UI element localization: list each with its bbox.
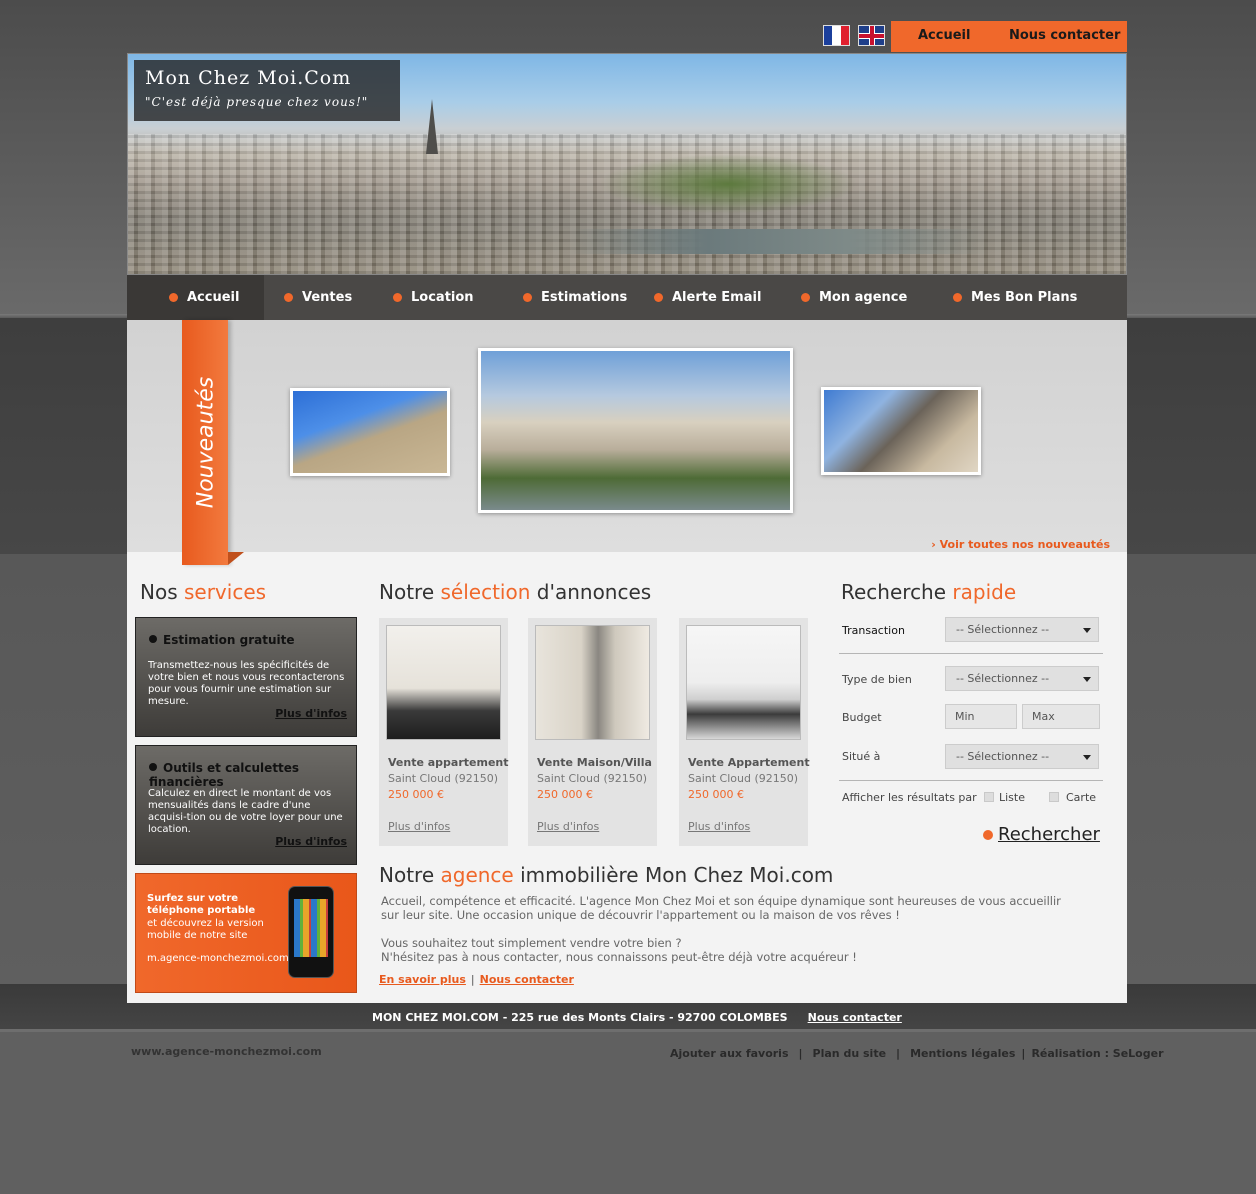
listing-price: 250 000 € bbox=[537, 788, 593, 801]
voir-nouveautes-link[interactable]: › Voir toutes nos nouveautés bbox=[931, 538, 1110, 551]
nav-item-ventes[interactable]: Ventes bbox=[284, 275, 352, 320]
agence-contact-link[interactable]: Nous contacter bbox=[480, 973, 574, 986]
services-heading: Nos services bbox=[140, 580, 267, 604]
selection-heading: Notre sélection d'annonces bbox=[379, 580, 652, 604]
footer-address: MON CHEZ MOI.COM - 225 rue des Monts Cla… bbox=[372, 1011, 902, 1024]
divider bbox=[839, 653, 1103, 654]
listing-title: Vente Appartement bbox=[688, 756, 810, 769]
listing-photo[interactable] bbox=[535, 625, 650, 740]
bullet-icon bbox=[169, 293, 178, 302]
logo-title: Mon Chez Moi.Com bbox=[145, 67, 352, 89]
smartphone-icon bbox=[288, 886, 334, 978]
situe-select[interactable]: -- Sélectionnez -- bbox=[945, 744, 1099, 769]
agence-heading: Notre agence immobilière Mon Chez Moi.co… bbox=[379, 863, 834, 887]
footer-realisation-link[interactable]: Réalisation : SeLoger bbox=[1031, 1047, 1163, 1060]
rechercher-button[interactable]: Rechercher bbox=[983, 824, 1100, 845]
bullet-icon bbox=[953, 293, 962, 302]
budget-min-input[interactable]: Min bbox=[945, 704, 1017, 729]
footer-site-url[interactable]: www.agence-monchezmoi.com bbox=[131, 1045, 322, 1058]
footer-favoris-link[interactable]: Ajouter aux favoris bbox=[670, 1047, 789, 1060]
bullet-icon bbox=[801, 293, 810, 302]
type-bien-label: Type de bien bbox=[842, 673, 912, 686]
flag-fr-icon[interactable] bbox=[823, 25, 850, 46]
nouveautes-ribbon: Nouveautés bbox=[182, 320, 244, 565]
footer-plan-link[interactable]: Plan du site bbox=[813, 1047, 887, 1060]
nouveautes-section: Nouveautés › Voir toutes nos nouveautés bbox=[127, 320, 1127, 565]
listing-location: Saint Cloud (92150) bbox=[388, 772, 499, 785]
site-logo[interactable]: Mon Chez Moi.Com "C'est déjà presque che… bbox=[134, 60, 400, 121]
agence-links: En savoir plus | Nous contacter bbox=[379, 973, 574, 986]
footer-contact-link[interactable]: Nous contacter bbox=[808, 1011, 902, 1024]
top-nav-contact-link[interactable]: Nous contacter bbox=[1009, 28, 1120, 43]
listing-title: Vente appartement bbox=[388, 756, 509, 769]
top-nav: Accueil Nous contacter bbox=[891, 21, 1127, 52]
top-nav-accueil-link[interactable]: Accueil bbox=[918, 28, 970, 43]
footer-links: Ajouter aux favoris | Plan du site | Mention… bbox=[670, 1047, 1164, 1060]
liste-checkbox[interactable] bbox=[984, 792, 994, 802]
bullet-icon bbox=[393, 293, 402, 302]
listing-location: Saint Cloud (92150) bbox=[537, 772, 648, 785]
budget-max-input[interactable]: Max bbox=[1022, 704, 1100, 729]
language-switcher bbox=[823, 25, 885, 46]
listing-card-1[interactable]: Vente appartement Saint Cloud (92150) 25… bbox=[379, 618, 509, 846]
flag-uk-icon[interactable] bbox=[858, 25, 885, 46]
service-estimation-card[interactable]: Estimation gratuite Transmettez-nous les… bbox=[135, 617, 357, 737]
listing-title: Vente Maison/Villa bbox=[537, 756, 652, 769]
listing-card-3[interactable]: Vente Appartement Saint Cloud (92150) 25… bbox=[679, 618, 810, 846]
bullet-icon bbox=[523, 293, 532, 302]
listing-photo[interactable] bbox=[686, 625, 801, 740]
bullet-icon bbox=[284, 293, 293, 302]
carte-checkbox[interactable] bbox=[1049, 792, 1059, 802]
nav-item-estimations[interactable]: Estimations bbox=[523, 275, 627, 320]
listing-price: 250 000 € bbox=[388, 788, 444, 801]
listing-more-link[interactable]: Plus d'infos bbox=[688, 820, 750, 833]
search-heading: Recherche rapide bbox=[841, 580, 1017, 604]
en-savoir-plus-link[interactable]: En savoir plus bbox=[379, 973, 466, 986]
listing-price: 250 000 € bbox=[688, 788, 744, 801]
nav-item-alerte-email[interactable]: Alerte Email bbox=[654, 275, 761, 320]
logo-tagline: "C'est déjà presque chez vous!" bbox=[145, 95, 369, 109]
nav-item-location[interactable]: Location bbox=[393, 275, 474, 320]
afficher-label: Afficher les résultats par bbox=[842, 791, 977, 804]
transaction-select[interactable]: -- Sélectionnez -- bbox=[945, 617, 1099, 642]
header-banner-image: Mon Chez Moi.Com "C'est déjà presque che… bbox=[127, 53, 1127, 275]
nav-item-mes-bon-plans[interactable]: Mes Bon Plans bbox=[953, 275, 1077, 320]
service-outils-card[interactable]: Outils et calculettes financières Calcul… bbox=[135, 745, 357, 865]
mobile-promo-title: Surfez sur votre téléphone portable bbox=[147, 893, 256, 916]
situe-label: Situé à bbox=[842, 750, 881, 763]
agence-description: Accueil, compétence et efficacité. L'age… bbox=[381, 894, 1061, 964]
mobile-promo-text: et découvrez la version mobile de notre … bbox=[147, 918, 264, 941]
service-estimation-title: Estimation gratuite bbox=[149, 633, 294, 647]
service-outils-title: Outils et calculettes financières bbox=[149, 761, 356, 789]
main-nav: Accueil Ventes Location Estimations Aler… bbox=[127, 275, 1127, 320]
footer-mentions-link[interactable]: Mentions légales bbox=[910, 1047, 1015, 1060]
listing-location: Saint Cloud (92150) bbox=[688, 772, 799, 785]
mobile-promo-url[interactable]: m.agence-monchezmoi.com bbox=[147, 953, 289, 964]
nouveaute-thumb-featured[interactable] bbox=[478, 348, 793, 513]
type-bien-select[interactable]: -- Sélectionnez -- bbox=[945, 666, 1099, 691]
listing-more-link[interactable]: Plus d'infos bbox=[388, 820, 450, 833]
listing-photo[interactable] bbox=[386, 625, 501, 740]
service-outils-text: Calculez en direct le montant de vos men… bbox=[148, 788, 343, 835]
nouveaute-thumb-3[interactable] bbox=[821, 387, 981, 475]
eiffel-tower-shape bbox=[426, 99, 438, 154]
budget-label: Budget bbox=[842, 711, 882, 724]
listing-card-2[interactable]: Vente Maison/Villa Saint Cloud (92150) 2… bbox=[528, 618, 657, 846]
service-estimation-text: Transmettez-nous les spécificités de vot… bbox=[148, 660, 345, 707]
page-container: Mon Chez Moi.Com "C'est déjà presque che… bbox=[127, 53, 1127, 1003]
listing-more-link[interactable]: Plus d'infos bbox=[537, 820, 599, 833]
service-estimation-more-link[interactable]: Plus d'infos bbox=[275, 707, 347, 720]
bullet-icon bbox=[654, 293, 663, 302]
nav-item-mon-agence[interactable]: Mon agence bbox=[801, 275, 907, 320]
nav-item-accueil[interactable]: Accueil bbox=[127, 275, 264, 320]
nouveaute-thumb-1[interactable] bbox=[290, 388, 450, 476]
liste-label: Liste bbox=[999, 791, 1025, 804]
carte-label: Carte bbox=[1066, 791, 1097, 804]
mobile-promo-card[interactable]: Surfez sur votre téléphone portable et d… bbox=[135, 873, 357, 993]
transaction-label: Transaction bbox=[842, 624, 905, 637]
service-outils-more-link[interactable]: Plus d'infos bbox=[275, 835, 347, 848]
divider bbox=[839, 780, 1103, 781]
